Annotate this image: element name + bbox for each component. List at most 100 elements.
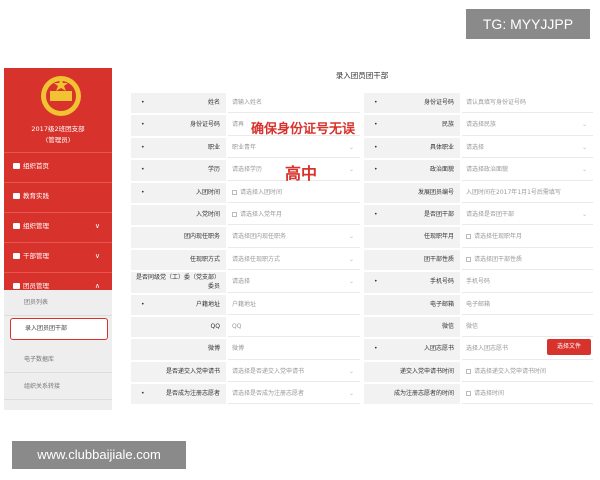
choose-file-button[interactable]: 选择文件 xyxy=(547,339,591,355)
submenu-item-0[interactable]: 团员列表 xyxy=(4,290,112,316)
field-input[interactable]: 微信 xyxy=(462,317,593,338)
field-input[interactable]: 入团时间在2017年1月1号后需填写 xyxy=(462,183,593,203)
field-input[interactable]: 请选择团干部性质 xyxy=(462,250,593,271)
field-input[interactable]: 户籍地址 xyxy=(228,295,360,315)
field-input[interactable]: 手机号码 xyxy=(462,272,593,293)
field-placeholder: 请选择时间 xyxy=(474,390,505,398)
field-label: 入党时间 xyxy=(131,204,226,226)
checkbox-icon xyxy=(466,368,471,374)
field-placeholder: 请选择是否团干部 xyxy=(466,210,515,218)
field-input[interactable]: 请选择政治面貌 ⌄ xyxy=(462,160,593,181)
home-icon xyxy=(13,163,20,169)
annotation-id-note: 确保身份证号无误 xyxy=(251,122,356,137)
dropdown-arrow-icon: ⌄ xyxy=(348,233,354,241)
page-title: 录入团员团干部 xyxy=(335,71,389,80)
dropdown-arrow-icon: ⌄ xyxy=(581,166,587,174)
field-label-text: 身份证号码 xyxy=(423,99,454,106)
sidebar-item-1[interactable]: 教育实践 xyxy=(4,182,112,208)
field-placeholder: 请再 xyxy=(232,121,245,129)
field-input[interactable]: 请选择时间 xyxy=(462,384,593,405)
field-input[interactable]: 请输入姓名 xyxy=(228,93,360,114)
sidebar-item-2[interactable]: 组织管理 ∨ xyxy=(4,212,112,238)
field-label: • 姓名 xyxy=(131,93,226,114)
field-input[interactable]: 电子邮箱 xyxy=(462,295,593,315)
field-label-text: 入团志愿书 xyxy=(423,345,454,353)
field-input[interactable]: QQ xyxy=(228,317,360,338)
field-label-text: 电子邮箱 xyxy=(429,300,454,308)
field-placeholder: 请输入姓名 xyxy=(232,99,263,106)
sidebar-item-0[interactable]: 组织首页 xyxy=(4,152,112,178)
field-label-text: 政治面貌 xyxy=(429,166,454,174)
field-label-text: 团内现任职务 xyxy=(183,233,220,241)
field-input[interactable]: 请选择是否递交入党申请书 ⌄ xyxy=(228,362,360,383)
sidebar-item-label: 组织首页 xyxy=(23,162,49,170)
field-input[interactable]: 职业青年 ⌄ xyxy=(228,138,360,159)
field-label-text: 手机号码 xyxy=(429,278,454,286)
required-marker: • xyxy=(374,143,378,151)
field-label: • 户籍地址 xyxy=(131,294,226,315)
field-placeholder: 入团时间在2017年1月1号后需填写 xyxy=(466,188,561,196)
dropdown-arrow-icon: ⌄ xyxy=(348,390,354,398)
field-input[interactable]: 微博 xyxy=(228,339,360,360)
sidebar-item-3[interactable]: 干部管理 ∨ xyxy=(4,242,112,268)
field-placeholder: 请选择任现职年月 xyxy=(474,233,523,241)
field-label-text: 学历 xyxy=(207,166,220,174)
required-marker: • xyxy=(374,121,378,129)
field-input[interactable]: 请选择任现职年月 xyxy=(462,227,593,248)
field-placeholder: 职业青年 xyxy=(232,143,257,151)
submenu-item-1[interactable]: 录入团员团干部 xyxy=(10,318,108,340)
field-label: 团干部性质 xyxy=(364,249,460,271)
required-marker: • xyxy=(374,278,378,286)
required-marker: • xyxy=(374,166,378,174)
field-input[interactable]: 请选择递交入党申请书时间 xyxy=(462,362,593,383)
field-placeholder: 请选择 xyxy=(466,143,485,151)
required-marker: • xyxy=(141,143,145,151)
field-label: • 职业 xyxy=(131,137,226,159)
field-label-text: 姓名 xyxy=(207,99,220,106)
org-title: 2017级2班团支部 (管理员) xyxy=(4,124,112,146)
field-label-text: 任现职方式 xyxy=(189,255,220,263)
person-icon xyxy=(13,283,20,289)
field-placeholder: 请选择任现职方式 xyxy=(232,255,281,263)
annotation-highschool-note: 高中 xyxy=(285,164,318,183)
form-row: 任现职方式 请选择任现职方式 ⌄ 团干部性质 请选择团干部性质 xyxy=(131,249,593,271)
book-icon xyxy=(13,193,20,199)
field-placeholder: 电子邮箱 xyxy=(466,300,491,308)
required-marker: • xyxy=(374,345,378,353)
field-input[interactable]: 请选择是否团干部 ⌄ xyxy=(462,205,593,226)
field-label-text: 是否成为注册志愿者 xyxy=(165,390,220,398)
submenu-item-3[interactable]: 组织关系转接 xyxy=(4,374,112,400)
field-input[interactable]: 请选择团内现任职务 ⌄ xyxy=(228,227,360,248)
field-label: • 政治面貌 xyxy=(364,160,460,181)
field-placeholder: 请选择学历 xyxy=(232,166,263,174)
field-placeholder: 请选择递交入党申请书时间 xyxy=(474,367,547,375)
field-label: 团内现任职务 xyxy=(131,227,226,248)
dropdown-arrow-icon: ⌄ xyxy=(581,143,587,151)
field-input[interactable]: 请选择 ⌄ xyxy=(228,272,360,293)
field-input[interactable]: 请认真填写身份证号码 xyxy=(462,93,593,114)
field-label: • 学历 xyxy=(131,160,226,181)
chart-icon xyxy=(13,223,20,229)
submenu-item-2[interactable]: 电子数据库 xyxy=(4,347,112,373)
field-input[interactable]: 请选择 ⌄ xyxy=(462,138,593,159)
field-input[interactable]: 请选择入党年月 xyxy=(228,205,360,226)
checkbox-icon xyxy=(466,256,471,262)
field-label-text: 递交入党申请书时间 xyxy=(399,367,454,375)
form-row: 团内现任职务 请选择团内现任职务 ⌄ 任现职年月 请选择任现职年月 xyxy=(131,226,593,248)
field-label: 微信 xyxy=(364,316,460,338)
dropdown-arrow-icon: ⌄ xyxy=(348,166,354,174)
field-input[interactable]: 请选择是否成为注册志愿者 ⌄ xyxy=(228,384,360,405)
field-label-text: 发展团员编号 xyxy=(417,188,454,196)
people-icon xyxy=(13,253,20,259)
field-input[interactable]: 请选择民族 ⌄ xyxy=(462,115,593,136)
required-marker: • xyxy=(141,121,145,129)
field-label-text: 民族 xyxy=(441,121,454,129)
form-row: • 入团时间 请选择入团时间 发展团员编号 入团时间在2017年1月1号后需填写 xyxy=(131,182,593,204)
checkbox-icon xyxy=(466,234,471,240)
field-input[interactable]: 请选择任现职方式 ⌄ xyxy=(228,250,360,271)
form-row: • 学历 请选择学历 ⌄ • 政治面貌 请选择政治面貌 ⌄ xyxy=(131,159,593,181)
dropdown-arrow-icon: ⌄ xyxy=(581,121,587,129)
field-input[interactable]: 请选择入团时间 xyxy=(228,183,360,203)
sidebar-item-label: 团员管理 xyxy=(23,282,49,290)
form-row: • 身份证号码 请再 • 民族 请选择民族 ⌄ xyxy=(131,114,593,136)
